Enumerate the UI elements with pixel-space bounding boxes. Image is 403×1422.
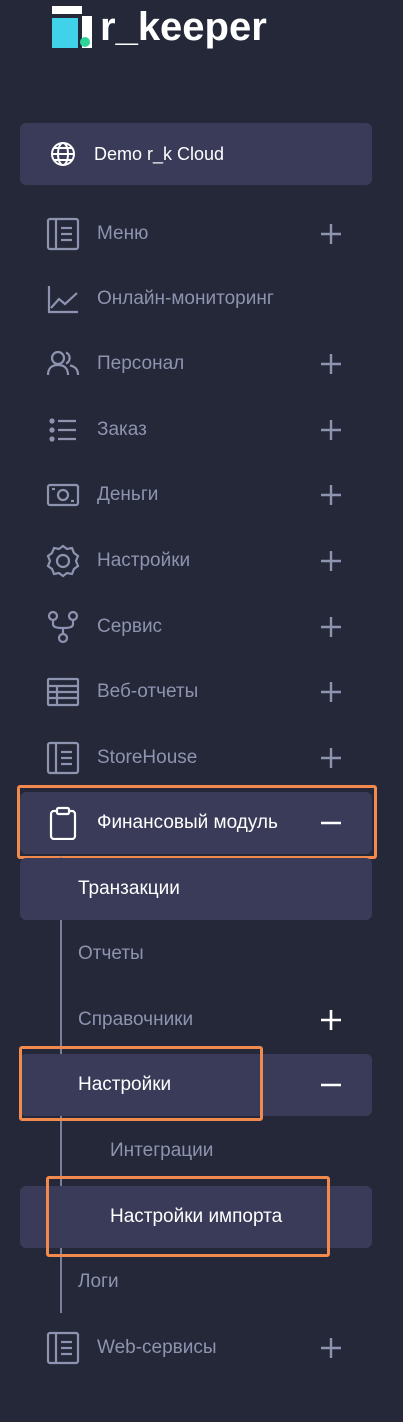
nav-label-money: Деньги: [97, 484, 159, 505]
nav-item-service[interactable]: Сервис: [20, 596, 372, 658]
brand-logo[interactable]: r_keeper: [52, 4, 267, 50]
document-list-icon: [46, 217, 80, 251]
logo-text: r_keeper: [100, 5, 267, 49]
nav-item-webreports[interactable]: Веб-отчеты: [20, 661, 372, 723]
line-chart-icon: [46, 282, 80, 316]
clipboard-icon: [46, 806, 80, 840]
nav-subitem-finance-settings[interactable]: Настройки: [20, 1054, 372, 1116]
nav-label-logs: Логи: [78, 1271, 119, 1292]
nav-item-personnel[interactable]: Персонал: [20, 333, 372, 395]
document-list-icon: [46, 741, 80, 775]
expand-plus-icon[interactable]: [320, 1009, 342, 1031]
document-list-icon: [46, 1331, 80, 1365]
nav-label-finance-module: Финансовый модуль: [97, 812, 278, 833]
workspace-label: Demo r_k Cloud: [94, 143, 225, 164]
nav-label-service: Сервис: [97, 616, 163, 637]
nav-label-order: Заказ: [97, 419, 147, 440]
nav-subitem-import-settings[interactable]: Настройки импорта: [20, 1186, 372, 1248]
expand-plus-icon[interactable]: [320, 419, 342, 441]
nav-label-webreports: Веб-отчеты: [97, 681, 199, 702]
nav-item-finance-module[interactable]: Финансовый модуль: [20, 792, 372, 854]
collapse-minus-icon[interactable]: [320, 812, 342, 834]
nav-item-money[interactable]: Деньги: [20, 464, 372, 526]
expand-plus-icon[interactable]: [320, 484, 342, 506]
nav-item-webservices[interactable]: Web-сервисы: [20, 1317, 372, 1379]
globe-icon: [46, 137, 80, 171]
nav-label-finance-settings: Настройки: [78, 1074, 172, 1095]
nav-label-transactions: Транзакции: [78, 878, 180, 899]
nav-subitem-integrations[interactable]: Интеграции: [20, 1120, 372, 1182]
users-icon: [46, 347, 80, 381]
nav-label-reports: Отчеты: [78, 943, 144, 964]
nav-item-order[interactable]: Заказ: [20, 399, 372, 461]
list-icon: [46, 413, 80, 447]
nav-item-menu[interactable]: Меню: [20, 203, 372, 265]
nav-subitem-reports[interactable]: Отчеты: [20, 923, 372, 985]
nav-item-storehouse[interactable]: StoreHouse: [20, 727, 372, 789]
nav-label-integrations: Интеграции: [110, 1140, 214, 1161]
nav-subitem-logs[interactable]: Логи: [20, 1251, 372, 1313]
expand-plus-icon[interactable]: [320, 1337, 342, 1359]
r-keeper-logo-icon: [52, 6, 92, 48]
expand-plus-icon[interactable]: [320, 353, 342, 375]
nav-item-monitoring[interactable]: Онлайн-мониторинг: [20, 268, 372, 330]
expand-plus-icon[interactable]: [320, 616, 342, 638]
nav-label-references: Справочники: [78, 1009, 194, 1030]
expand-plus-icon[interactable]: [320, 223, 342, 245]
expand-plus-icon[interactable]: [320, 550, 342, 572]
nav-item-settings[interactable]: Настройки: [20, 530, 372, 592]
nav-subitem-references[interactable]: Справочники: [20, 989, 372, 1051]
expand-plus-icon[interactable]: [320, 681, 342, 703]
banknote-icon: [46, 478, 80, 512]
expand-plus-icon[interactable]: [320, 747, 342, 769]
nav-label-monitoring: Онлайн-мониторинг: [97, 288, 274, 309]
git-fork-icon: [46, 610, 80, 644]
nav-label-menu: Меню: [97, 223, 149, 244]
nav-label-settings: Настройки: [97, 550, 191, 571]
nav-label-webservices: Web-сервисы: [97, 1337, 217, 1358]
collapse-minus-icon[interactable]: [320, 1074, 342, 1096]
table-icon: [46, 675, 80, 709]
nav-label-personnel: Персонал: [97, 353, 185, 374]
gear-icon: [46, 544, 80, 578]
workspace-selector[interactable]: Demo r_k Cloud: [20, 123, 372, 185]
nav-label-storehouse: StoreHouse: [97, 747, 198, 768]
nav-subitem-transactions[interactable]: Транзакции: [20, 858, 372, 920]
nav-label-import-settings: Настройки импорта: [110, 1206, 283, 1227]
